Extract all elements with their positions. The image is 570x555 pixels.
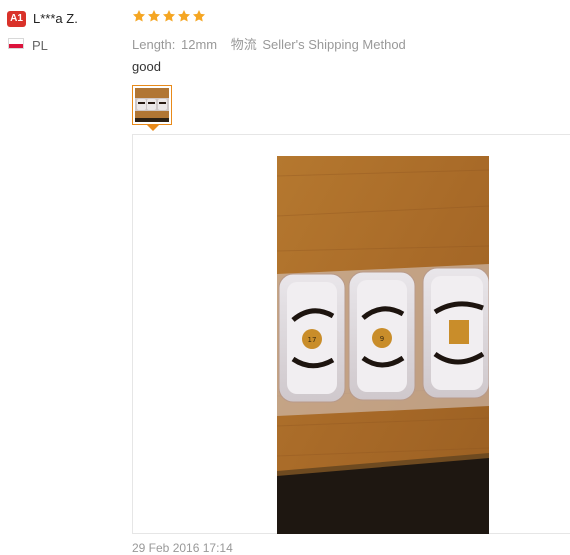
reviewer-name: L***a Z.	[33, 11, 78, 26]
eyelash-packages-thumbnail-icon	[135, 88, 169, 122]
photo-thumbnail[interactable]	[132, 85, 172, 125]
star-icon	[132, 10, 146, 22]
review-date: 29 Feb 2016 17:14	[132, 541, 233, 555]
star-icon	[162, 10, 176, 22]
product-attributes: Length: 12mm 物流 Seller's Shipping Method	[132, 34, 406, 53]
reviewer-country: PL	[32, 38, 48, 53]
shipping-label: 物流	[230, 37, 257, 52]
review-comment: good	[132, 59, 161, 74]
length-value: 12mm	[181, 37, 218, 52]
star-icon	[147, 10, 161, 22]
shipping-value: Seller's Shipping Method	[262, 37, 406, 52]
thumbnail-selected-caret	[147, 125, 159, 131]
star-icon	[192, 10, 206, 22]
svg-text:17: 17	[308, 336, 317, 344]
reviewer-level-badge: A1	[7, 11, 26, 27]
length-label: Length:	[132, 37, 176, 52]
rating-stars	[132, 9, 206, 23]
photo-preview-panel: 17 9	[132, 134, 570, 534]
star-icon	[177, 10, 191, 22]
review-photo[interactable]: 17 9	[277, 156, 489, 534]
country-flag-icon	[8, 38, 24, 49]
eyelash-packages-photo-icon: 17 9	[277, 156, 489, 534]
svg-text:9: 9	[380, 335, 384, 343]
